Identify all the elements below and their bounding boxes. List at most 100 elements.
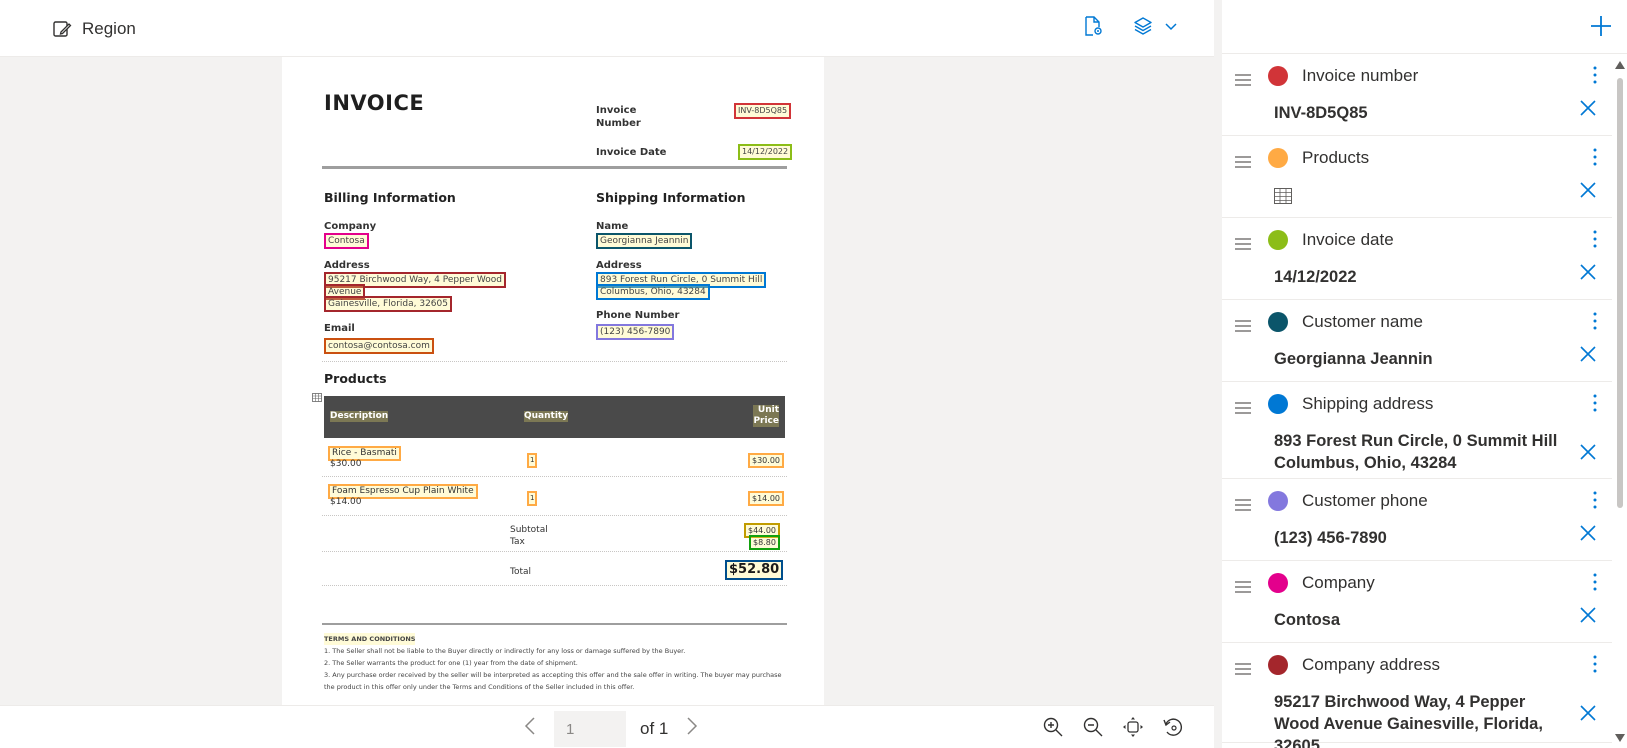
scrollbar[interactable] [1612,54,1627,748]
item-1-sub-price: $30.00 [330,459,362,469]
invoice-title: INVOICE [324,91,425,115]
document-analyze-icon [1085,16,1102,36]
terms-title: TERMS AND CONDITIONS [324,633,416,645]
zoom-out-icon[interactable] [1082,716,1104,738]
close-icon[interactable] [1578,703,1598,723]
invoice-date-region[interactable]: 14/12/2022 [738,144,793,160]
fit-page-icon[interactable] [1122,716,1144,738]
previous-page-button[interactable] [520,716,540,742]
more-vertical-icon[interactable] [1590,64,1600,86]
item-1-quantity[interactable]: 1 [527,453,538,468]
field-card[interactable]: Company address 95217 Birchwood Way, 4 Pe… [1222,643,1612,748]
more-vertical-icon[interactable] [1590,146,1600,168]
field-card[interactable]: Customer phone (123) 456-7890 [1222,479,1612,561]
close-icon[interactable] [1578,605,1598,625]
close-icon[interactable] [1578,262,1598,282]
close-icon[interactable] [1578,442,1598,462]
more-vertical-icon[interactable] [1590,310,1600,332]
region-button[interactable]: Region [52,16,136,42]
pagination: of 1 [520,711,702,747]
close-icon[interactable] [1578,344,1598,364]
field-value[interactable]: Georgianna Jeannin [1274,348,1574,370]
field-card[interactable]: Invoice date 14/12/2022 [1222,218,1612,300]
more-vertical-icon[interactable] [1590,571,1600,593]
billing-address-line-3[interactable]: Gainesville, Florida, 32605 [324,296,452,312]
more-vertical-icon[interactable] [1590,489,1600,511]
analyze-button[interactable] [1082,15,1104,37]
drag-handle-icon[interactable] [1234,499,1252,511]
document-canvas[interactable]: INVOICE Invoice Number INV-8D5Q85 Invoic… [0,57,1214,705]
invoice-number-region[interactable]: INV-8D5Q85 [734,103,792,119]
field-value[interactable]: 893 Forest Run Circle, 0 Summit Hill Col… [1274,430,1574,474]
phone-label: Phone Number [596,310,680,321]
total-end-divider [322,585,787,586]
field-value[interactable]: 14/12/2022 [1274,266,1574,288]
terms-line-2: 2. The Seller warrants the product for o… [324,659,578,667]
next-page-button[interactable] [682,716,702,742]
terms-line-3: 3. Any purchase order received by the se… [324,671,782,679]
add-icon[interactable] [1587,12,1615,40]
drag-handle-icon[interactable] [1234,74,1252,86]
shipping-address-line-2[interactable]: Columbus, Ohio, 43284 [596,284,710,300]
item-1-unit-price[interactable]: $30.00 [748,453,784,468]
layers-dropdown[interactable] [1132,15,1178,37]
item-2-unit-price[interactable]: $14.00 [748,491,784,506]
page-number-input[interactable] [554,711,626,747]
field-card[interactable]: Products [1222,136,1612,218]
field-card[interactable]: Shipping address 893 Forest Run Circle, 0… [1222,382,1612,479]
zoom-in-icon[interactable] [1042,716,1064,738]
item-2-quantity[interactable]: 1 [527,491,538,506]
field-name: Company address [1302,655,1440,674]
close-icon[interactable] [1578,98,1598,118]
table-icon[interactable] [1274,188,1292,204]
field-value[interactable]: 95217 Birchwood Way, 4 Pepper Wood Avenu… [1274,691,1574,748]
tax-label: Tax [510,537,525,547]
fields-panel: Invoice number INV-8D5Q85 Products Invoice … [1214,0,1627,748]
field-card[interactable]: Invoice number INV-8D5Q85 [1222,54,1612,136]
header-divider [322,166,787,169]
field-value[interactable]: Contosa [1274,609,1574,631]
products-table-header: Description Quantity Unit Price [324,396,785,438]
viewer-footer: of 1 [0,705,1214,748]
customer-name-region[interactable]: Georgianna Jeannin [596,233,693,249]
drag-handle-icon[interactable] [1234,663,1252,675]
more-vertical-icon[interactable] [1590,653,1600,675]
drag-handle-icon[interactable] [1234,320,1252,332]
rotate-icon[interactable] [1162,716,1184,738]
drag-handle-icon[interactable] [1234,581,1252,593]
drag-handle-icon[interactable] [1234,402,1252,414]
column-unit-price: Unit Price [753,405,779,427]
field-value[interactable]: INV-8D5Q85 [1274,102,1574,124]
field-value[interactable]: (123) 456-7890 [1274,527,1574,549]
app-root: Region INVOICE Invoice Number INV-8D5Q85… [0,0,1627,748]
subtotal-label: Subtotal [510,525,548,535]
chevron-down-icon [1165,23,1177,31]
page-count-label: of 1 [640,719,669,738]
field-color-dot [1268,312,1288,332]
chevron-left-icon [524,717,535,735]
field-color-dot [1268,491,1288,511]
field-card[interactable]: Company Contosa [1222,561,1612,643]
field-name: Invoice number [1302,66,1419,85]
scrollbar-thumb[interactable] [1617,78,1623,508]
field-list: Invoice number INV-8D5Q85 Products Invoice … [1222,54,1612,748]
viewer-toolbar: Region [0,0,1214,57]
email-region[interactable]: contosa@contosa.com [324,338,434,354]
scroll-down-arrow[interactable] [1615,734,1625,742]
more-vertical-icon[interactable] [1590,392,1600,414]
close-icon[interactable] [1578,523,1598,543]
total-region[interactable]: $52.80 [725,560,784,580]
close-icon[interactable] [1578,180,1598,200]
field-name: Company [1302,573,1375,592]
company-region[interactable]: Contosa [324,233,369,249]
phone-region[interactable]: (123) 456-7890 [596,324,675,340]
drag-handle-icon[interactable] [1234,156,1252,168]
region-label: Region [82,19,136,38]
scroll-up-arrow[interactable] [1615,61,1625,69]
more-vertical-icon[interactable] [1590,228,1600,250]
tax-region[interactable]: $8.80 [749,535,780,550]
invoice-page[interactable]: INVOICE Invoice Number INV-8D5Q85 Invoic… [282,57,824,705]
field-name: Invoice date [1302,230,1394,249]
drag-handle-icon[interactable] [1234,238,1252,250]
field-card[interactable]: Customer name Georgianna Jeannin [1222,300,1612,382]
